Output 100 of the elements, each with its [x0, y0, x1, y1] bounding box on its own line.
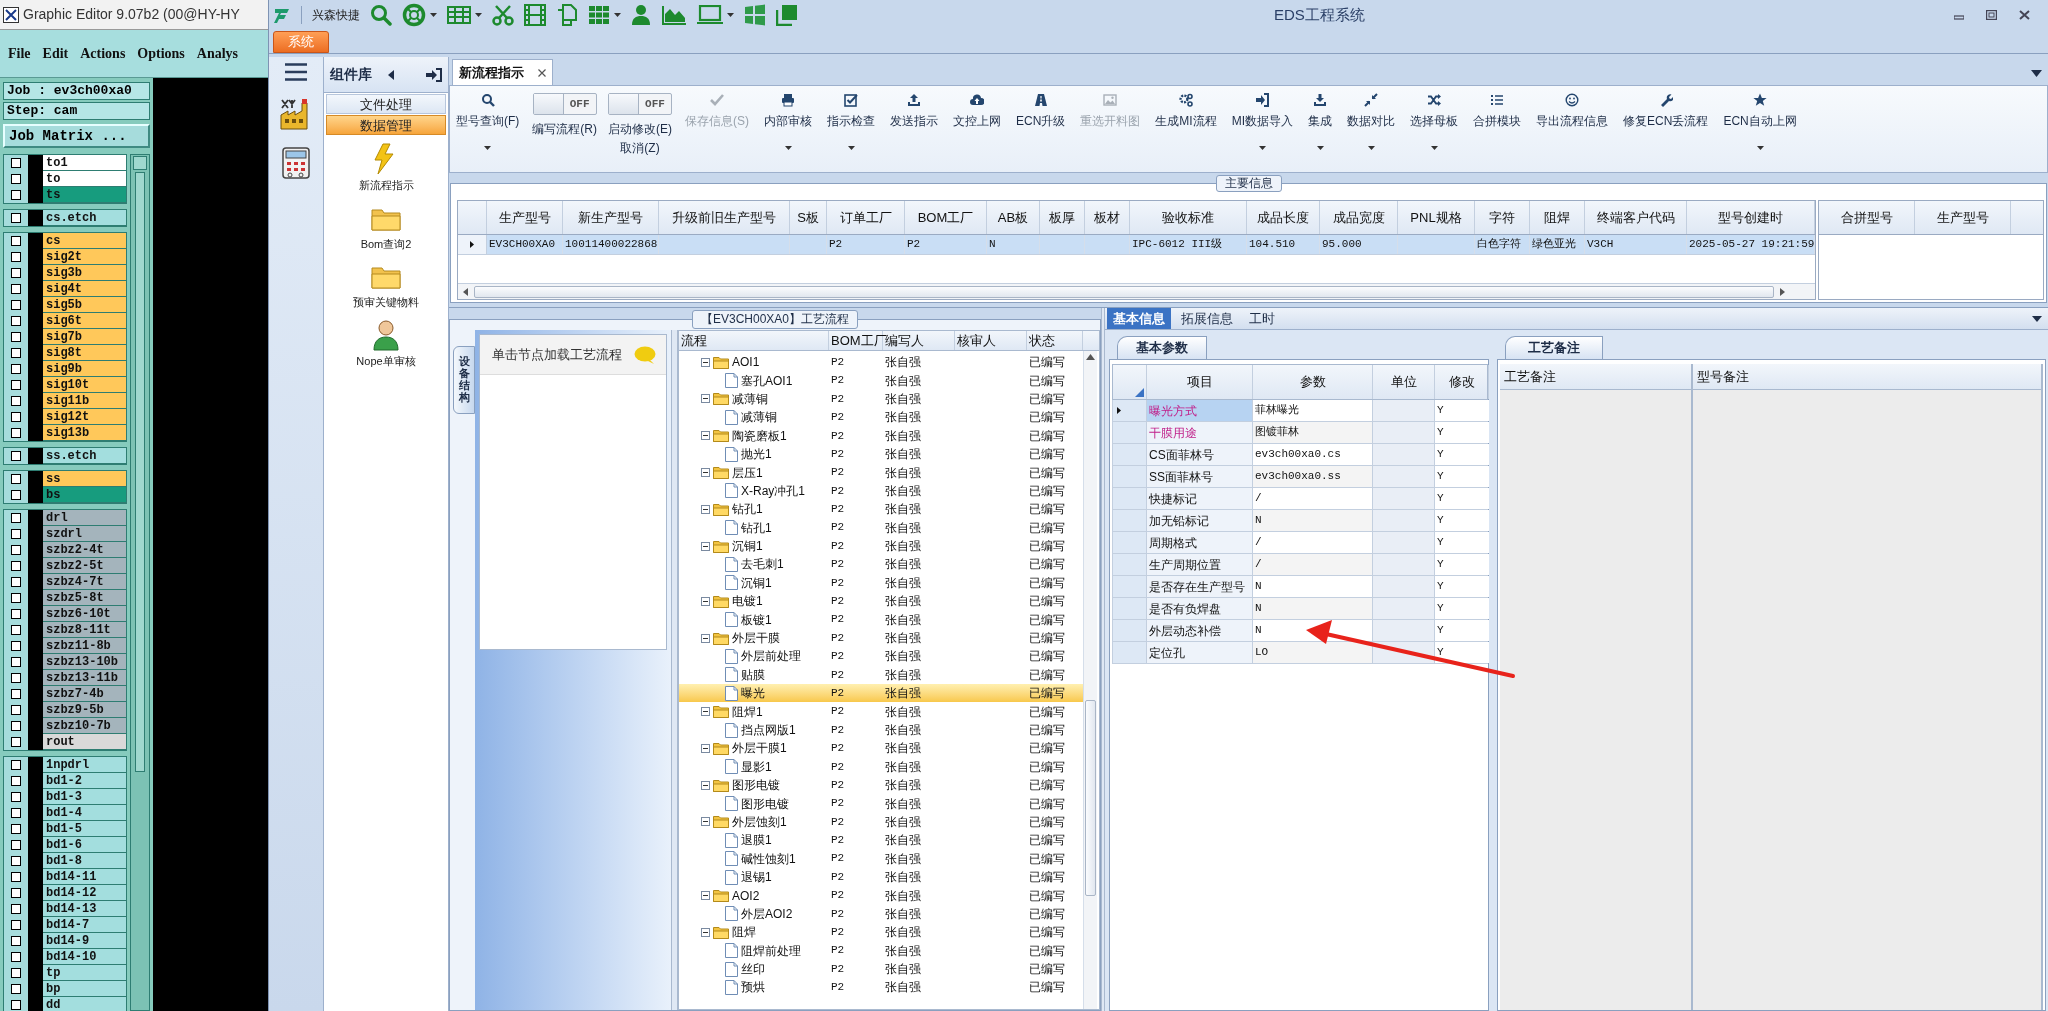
side-tab[interactable]: 设备结构 — [453, 346, 475, 415]
column-header[interactable]: 生产型号 — [487, 201, 563, 234]
category-item[interactable]: 数据管理 — [326, 115, 446, 135]
layer-name[interactable]: sig6t — [43, 313, 126, 329]
layer-name[interactable]: cs — [43, 233, 126, 249]
column-header[interactable]: 字符 — [1475, 201, 1530, 234]
column-header[interactable]: 新生产型号 — [563, 201, 659, 234]
layer-name[interactable]: bd14-12 — [43, 885, 126, 901]
column-header[interactable]: 验收标准 — [1130, 201, 1247, 234]
scissors-icon[interactable] — [492, 4, 514, 26]
menu-item[interactable]: Actions — [80, 43, 126, 64]
column-header[interactable]: 阻焊 — [1530, 201, 1585, 234]
layer-name[interactable]: szbz11-8b — [43, 638, 126, 654]
dropdown-icon[interactable] — [2031, 70, 2042, 77]
layer-name[interactable]: szbz13-11b — [43, 670, 126, 686]
layer-checkbox[interactable] — [11, 840, 21, 850]
layer-checkbox[interactable] — [11, 824, 21, 834]
ribbon-button[interactable]: 发送指示 — [888, 92, 940, 168]
caret-icon[interactable] — [475, 13, 482, 17]
collapse-icon[interactable] — [701, 504, 710, 514]
layer-checkbox[interactable] — [11, 737, 21, 747]
layer-name[interactable]: bd14-11 — [43, 869, 126, 885]
collapse-icon[interactable] — [701, 927, 710, 937]
layer-name[interactable]: bs — [43, 487, 126, 503]
notes-field[interactable] — [1500, 390, 1691, 1010]
ribbon-button[interactable]: 选择母板 — [1408, 92, 1461, 168]
layer-name[interactable]: bd14-7 — [43, 917, 126, 933]
layer-checkbox[interactable] — [11, 213, 21, 223]
layer-name[interactable]: sig4t — [43, 281, 126, 297]
layer-name[interactable]: ts — [43, 187, 126, 203]
table-row[interactable]: 快捷标记 / Y — [1112, 488, 1488, 510]
table-row[interactable]: CS面菲林号 ev3ch00xa0.cs Y — [1112, 444, 1488, 466]
collapse-icon[interactable] — [701, 707, 710, 717]
caret-icon[interactable] — [430, 13, 437, 17]
layer-checkbox[interactable] — [11, 577, 21, 587]
table-row[interactable]: SS面菲林号 ev3ch00xa0.ss Y — [1112, 466, 1488, 488]
column-header[interactable]: 板材 — [1085, 201, 1130, 234]
calculator-icon[interactable] — [281, 147, 311, 179]
user-icon[interactable] — [631, 4, 651, 26]
layer-name[interactable]: bd1-4 — [43, 805, 126, 821]
layer-checkbox[interactable] — [11, 984, 21, 994]
layer-name[interactable]: sig12t — [43, 409, 126, 425]
column-header[interactable]: 单位 — [1373, 365, 1435, 399]
collapse-icon[interactable] — [701, 596, 710, 606]
layer-name[interactable]: szbz4-7t — [43, 574, 126, 590]
layer-checkbox[interactable] — [11, 348, 21, 358]
search-icon[interactable] — [370, 4, 392, 26]
component-item[interactable]: 预审关键物料 — [353, 294, 419, 311]
column-header[interactable]: 项目 — [1147, 365, 1253, 399]
column-header[interactable]: 升级前旧生产型号 — [659, 201, 790, 234]
restore-icon[interactable] — [1986, 10, 1997, 20]
notes-field[interactable] — [1693, 390, 2041, 1010]
column-header[interactable]: 型号备注 — [1693, 364, 2041, 390]
ribbon-button[interactable]: 合拼模块 — [1471, 92, 1524, 168]
menu-item[interactable]: Options — [137, 43, 185, 64]
sign-in-icon[interactable] — [426, 67, 442, 82]
layer-checkbox[interactable] — [11, 657, 21, 667]
table-row[interactable]: 是否有负焊盘 N Y — [1112, 598, 1488, 620]
column-header[interactable]: 流程 — [679, 331, 829, 350]
column-header[interactable]: S板 — [790, 201, 827, 234]
caret-icon[interactable] — [1430, 146, 1438, 150]
ribbon-button[interactable]: 内部审核 — [762, 92, 814, 168]
layer-name[interactable]: bd14-9 — [43, 933, 126, 949]
layer-name[interactable]: 1npdrl — [43, 757, 126, 773]
collapse-icon[interactable] — [701, 394, 710, 404]
dropdown-icon[interactable] — [2032, 315, 2042, 322]
tab[interactable]: 工时 — [1243, 308, 1281, 329]
column-header[interactable]: 参数 — [1253, 365, 1373, 399]
column-header[interactable]: 成品长度 — [1247, 201, 1320, 234]
panel-tab[interactable]: 工艺备注 — [1505, 336, 1603, 359]
table-row[interactable]: 生产周期位置 / Y — [1112, 554, 1488, 576]
layer-checkbox[interactable] — [11, 284, 21, 294]
layer-checkbox[interactable] — [11, 1000, 21, 1010]
ribbon-button[interactable]: 生成MI流程 — [1153, 92, 1219, 168]
layer-checkbox[interactable] — [11, 268, 21, 278]
layer-checkbox[interactable] — [11, 428, 21, 438]
vertical-scrollbar[interactable] — [1083, 351, 1097, 1009]
column-header[interactable]: AB板 — [987, 201, 1040, 234]
layer-name[interactable]: bd1-5 — [43, 821, 126, 837]
caret-icon[interactable] — [1258, 146, 1266, 150]
job-matrix-button[interactable]: Job Matrix ... — [3, 124, 150, 148]
layer-name[interactable]: szdrl — [43, 526, 126, 542]
layer-name[interactable]: bd1-8 — [43, 853, 126, 869]
layer-checkbox[interactable] — [11, 300, 21, 310]
layer-checkbox[interactable] — [11, 888, 21, 898]
layer-name[interactable]: sig9b — [43, 361, 126, 377]
layer-name[interactable]: drl — [43, 510, 126, 526]
column-header[interactable]: 合拼型号 — [1819, 201, 1915, 234]
ribbon-button[interactable]: 型号查询(F) — [454, 92, 522, 168]
caret-icon[interactable] — [847, 146, 855, 150]
layer-name[interactable]: ss — [43, 471, 126, 487]
layer-name[interactable]: bd1-2 — [43, 773, 126, 789]
caret-icon[interactable] — [784, 146, 792, 150]
layer-checkbox[interactable] — [11, 593, 21, 603]
ribbon-button[interactable]: 文控上网 — [951, 92, 1003, 168]
layer-name[interactable]: szbz6-10t — [43, 606, 126, 622]
layer-checkbox[interactable] — [11, 609, 21, 619]
collapse-icon[interactable] — [701, 743, 710, 753]
layer-name[interactable]: szbz9-5b — [43, 702, 126, 718]
close-icon[interactable] — [538, 68, 546, 77]
